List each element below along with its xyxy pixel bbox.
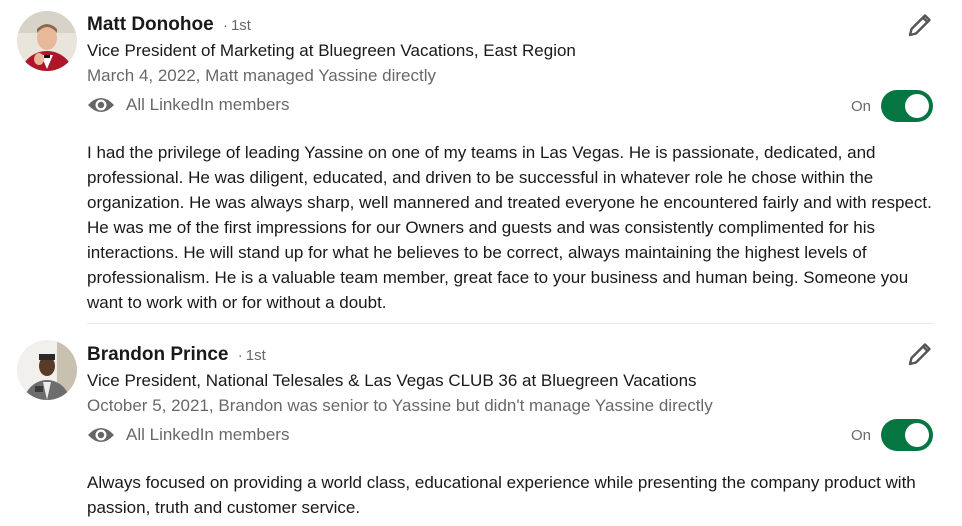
visibility-toggle[interactable] bbox=[881, 419, 933, 451]
recommender-title: Vice President, National Telesales & Las… bbox=[87, 371, 697, 390]
edit-pencil-icon[interactable] bbox=[906, 340, 934, 368]
recommendation-text: Always focused on providing a world clas… bbox=[87, 473, 916, 517]
eye-icon bbox=[87, 425, 115, 445]
recommender-name[interactable]: Brandon Prince bbox=[87, 344, 228, 365]
visibility-row: All LinkedIn members bbox=[87, 419, 934, 451]
connection-degree: · 1st bbox=[234, 347, 266, 364]
visibility-toggle-wrap: On bbox=[851, 419, 933, 451]
toggle-knob bbox=[905, 423, 929, 447]
avatar[interactable] bbox=[17, 340, 77, 400]
degree-label: 1st bbox=[245, 347, 266, 364]
visibility-label: All LinkedIn members bbox=[126, 425, 290, 444]
name-line: Brandon Prince · 1st bbox=[87, 343, 934, 367]
recommendation-meta: October 5, 2021, Brandon was senior to Y… bbox=[87, 396, 713, 415]
degree-separator: · bbox=[237, 347, 243, 364]
recommendation-card: Brandon Prince · 1st Vice President, Nati… bbox=[0, 0, 962, 520]
toggle-label: On bbox=[850, 426, 871, 444]
